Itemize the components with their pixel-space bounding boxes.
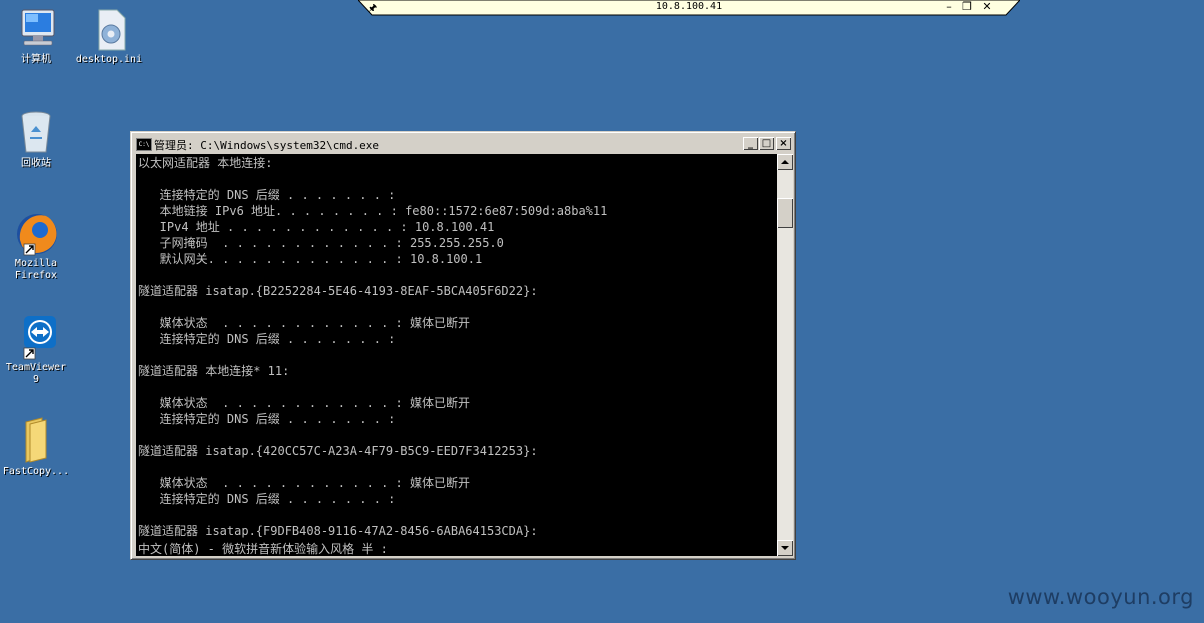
scroll-down-button[interactable] <box>777 540 793 556</box>
desktop-icon-firefox[interactable]: Mozilla Firefox <box>0 210 72 282</box>
desktop-icon-label: 回收站 <box>21 158 51 169</box>
cmd-window[interactable]: C:\ 管理员: C:\Windows\system32\cmd.exe _ □… <box>130 131 796 560</box>
desktop-icon-recycle-bin[interactable]: 回收站 <box>0 108 72 170</box>
restore-button[interactable]: ❐ <box>960 0 974 14</box>
cmd-titlebar[interactable]: C:\ 管理员: C:\Windows\system32\cmd.exe _ □… <box>134 135 792 153</box>
desktop-icon-label: desktop.ini <box>75 54 143 65</box>
console-line: 隧道适配器 isatap.{B2252284-5E46-4193-8EAF-5B… <box>138 284 538 298</box>
desktop-icon-label-line2: 9 <box>32 374 40 385</box>
console-line: 默认网关. . . . . . . . . . . . . : 10.8.100… <box>138 252 483 266</box>
close-button[interactable]: ✕ <box>980 0 994 14</box>
cmd-minimize-button[interactable]: _ <box>743 137 758 150</box>
recycle-bin-icon <box>21 111 51 153</box>
console-line: 连接特定的 DNS 后缀 . . . . . . . : <box>138 412 396 426</box>
console-line: 本地链接 IPv6 地址. . . . . . . . : fe80::1572… <box>138 204 608 218</box>
arrow-up-icon <box>781 160 789 164</box>
console-line: 媒体状态 . . . . . . . . . . . . : 媒体已断开 <box>138 316 470 330</box>
folder-icon <box>25 417 47 463</box>
desktop-icon-computer[interactable]: 计算机 <box>0 8 72 66</box>
firefox-icon <box>17 214 57 256</box>
scroll-up-button[interactable] <box>777 154 793 170</box>
settings-file-icon <box>98 9 126 51</box>
desktop-icon-label-line1: TeamViewer <box>5 362 67 373</box>
minimize-button[interactable]: – <box>942 0 956 14</box>
console-line: 隧道适配器 isatap.{F9DFB408-9116-47A2-8456-6A… <box>138 524 538 538</box>
console-line: 子网掩码 . . . . . . . . . . . . : 255.255.2… <box>138 236 504 250</box>
cmd-close-button[interactable]: × <box>776 137 791 150</box>
cmd-app-icon[interactable]: C:\ <box>136 138 152 151</box>
console-line: 隧道适配器 本地连接* 11: <box>138 364 290 378</box>
watermark-text: www.wooyun.org <box>1007 585 1194 609</box>
desktop-icon-label-line1: Mozilla <box>14 258 58 269</box>
cmd-window-title: 管理员: C:\Windows\system32\cmd.exe <box>154 139 380 152</box>
console-line: 媒体状态 . . . . . . . . . . . . : 媒体已断开 <box>138 396 470 410</box>
computer-icon <box>21 9 55 46</box>
console-text: 以太网适配器 本地连接: 连接特定的 DNS 后缀 . . . . . . . … <box>136 154 777 539</box>
console-line: 连接特定的 DNS 后缀 . . . . . . . : <box>138 188 396 202</box>
desktop-icon-desktop-ini[interactable]: desktop.ini <box>73 8 145 66</box>
console-line: 连接特定的 DNS 后缀 . . . . . . . : <box>138 492 396 506</box>
ime-status-bar[interactable]: 中文(简体) - 微软拼音新体验输入风格 半 : <box>136 542 777 556</box>
console-line: 连接特定的 DNS 后缀 . . . . . . . : <box>138 332 396 346</box>
console-line: IPv4 地址 . . . . . . . . . . . . : 10.8.1… <box>138 220 495 234</box>
console-line: 以太网适配器 本地连接: <box>138 156 273 170</box>
cmd-maximize-button[interactable]: □ <box>759 137 774 150</box>
desktop-icon-label-line2: Firefox <box>14 270 58 281</box>
console-line: 隧道适配器 isatap.{420CC57C-A23A-4F79-B5C9-EE… <box>138 444 538 458</box>
connection-bar-title: 10.8.100.41 <box>655 1 723 12</box>
desktop-icon-label: FastCopy... <box>2 466 70 477</box>
teamviewer-icon <box>23 316 56 360</box>
console-line: 媒体状态 . . . . . . . . . . . . : 媒体已断开 <box>138 476 470 490</box>
arrow-down-icon <box>781 546 789 550</box>
scroll-thumb[interactable] <box>777 198 793 228</box>
desktop-icon-label: 计算机 <box>21 54 51 65</box>
desktop-icon-fastcopy[interactable]: FastCopy... <box>0 416 72 478</box>
remote-desktop-connection-bar: 🖈 10.8.100.41 – ❐ ✕ <box>358 0 1020 16</box>
vertical-scrollbar[interactable] <box>777 154 793 556</box>
desktop-icon-teamviewer[interactable]: TeamViewer 9 <box>0 314 72 386</box>
console-output[interactable]: 以太网适配器 本地连接: 连接特定的 DNS 后缀 . . . . . . . … <box>136 154 777 556</box>
